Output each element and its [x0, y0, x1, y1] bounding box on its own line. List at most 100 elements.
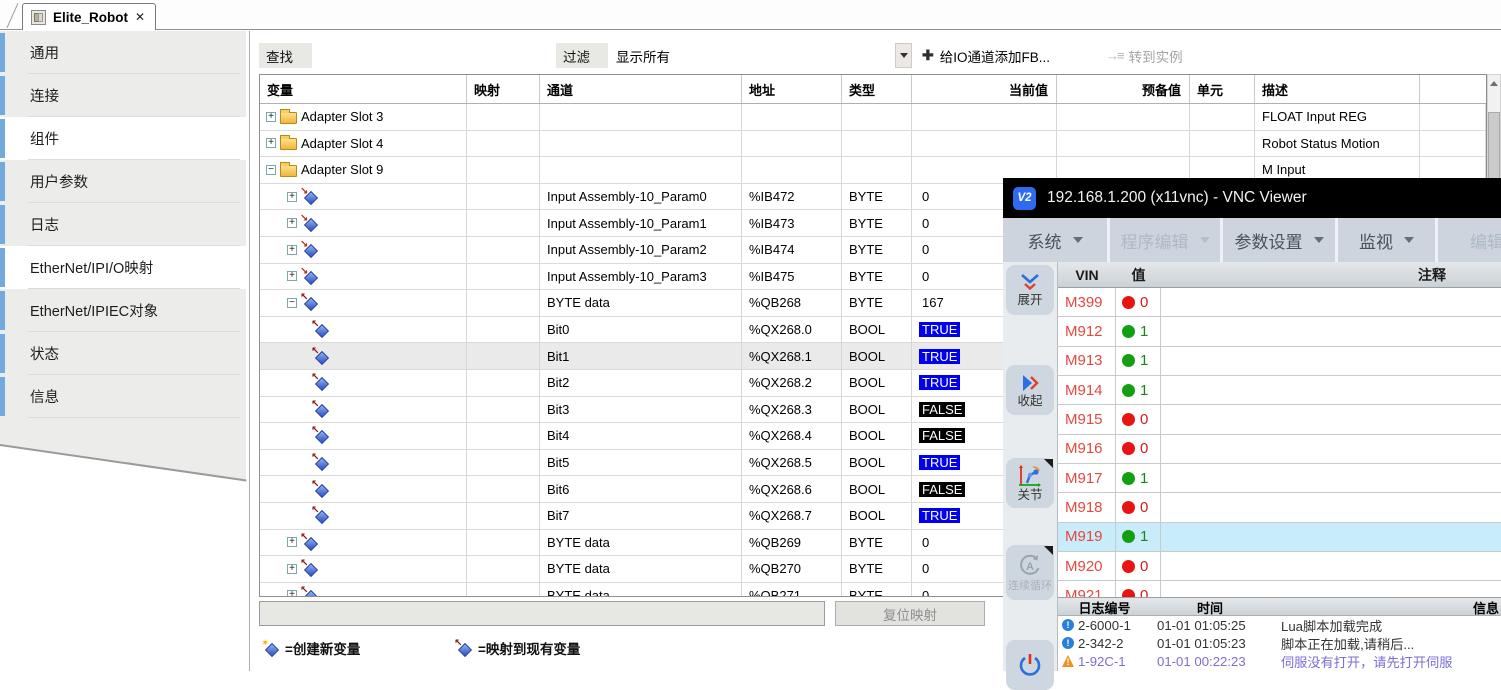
- column-header-current-value[interactable]: 当前值: [912, 75, 1057, 103]
- log-message: 伺服没有打开，请先打开伺服: [1269, 652, 1501, 671]
- sidebar-item[interactable]: 连接: [0, 74, 246, 117]
- vin-row[interactable]: M399 0: [1058, 288, 1501, 317]
- row-icon: [312, 349, 329, 364]
- tab-close-icon[interactable]: ✕: [135, 10, 145, 24]
- continuous-loop-button[interactable]: A 连续循环: [1006, 545, 1054, 600]
- log-id: 1-92C-1: [1078, 654, 1126, 669]
- expand-button[interactable]: 展开: [1006, 265, 1054, 315]
- expand-toggle[interactable]: [287, 564, 297, 574]
- column-header-unit[interactable]: 单元: [1190, 75, 1255, 103]
- vnc-titlebar[interactable]: V2 192.168.1.200 (x11vnc) - VNC Viewer: [1003, 178, 1501, 218]
- row-icon: [301, 535, 318, 550]
- value-number: 0: [1140, 587, 1148, 597]
- row-icon: [301, 588, 318, 596]
- menu-monitor[interactable]: 监视: [1338, 218, 1435, 262]
- expand-toggle[interactable]: [287, 245, 297, 255]
- column-header-channel[interactable]: 通道: [540, 75, 742, 103]
- vin-row[interactable]: M919 1: [1058, 523, 1501, 552]
- vin-comment: [1161, 464, 1501, 492]
- expand-toggle[interactable]: [287, 218, 297, 228]
- vin-row[interactable]: M915 0: [1058, 405, 1501, 434]
- mapping-cell: [467, 397, 540, 424]
- sidebar-item[interactable]: 通用: [0, 31, 246, 74]
- collapse-right-icon: [1018, 372, 1042, 394]
- vin-row[interactable]: M918 0: [1058, 493, 1501, 522]
- collapse-button[interactable]: 收起: [1006, 365, 1054, 415]
- menu-system[interactable]: 系统: [1003, 218, 1107, 262]
- scroll-up-icon[interactable]: [1488, 75, 1500, 92]
- vin-row[interactable]: M917 1: [1058, 464, 1501, 493]
- expand-toggle[interactable]: [266, 138, 276, 148]
- sidebar-item[interactable]: 组件: [0, 117, 246, 160]
- column-header-mapping[interactable]: 映射: [467, 75, 540, 103]
- prepared-value-cell[interactable]: [1057, 131, 1190, 158]
- prepared-value-cell[interactable]: [1057, 104, 1190, 131]
- add-fb-button[interactable]: ✚ 给IO通道添加FB...: [922, 43, 1050, 68]
- vin-id: M915: [1058, 405, 1116, 433]
- vin-row[interactable]: M921 0: [1058, 581, 1501, 597]
- vin-value-cell: 0: [1116, 435, 1161, 463]
- expand-toggle[interactable]: [287, 271, 297, 281]
- filter-dropdown[interactable]: 显示所有: [608, 43, 895, 68]
- value-state-dot: [1122, 354, 1135, 367]
- goto-instance-button[interactable]: →≡ 转到实例: [1106, 43, 1183, 68]
- column-header-prepared-value[interactable]: 预备值: [1057, 75, 1190, 103]
- type-cell: BYTE: [842, 237, 912, 264]
- sidebar-item-label: 连接: [30, 85, 59, 106]
- vin-row[interactable]: M916 0: [1058, 435, 1501, 464]
- expand-toggle[interactable]: [266, 165, 276, 175]
- filter-dropdown-arrow[interactable]: [895, 43, 912, 68]
- vin-comment: [1161, 523, 1501, 551]
- table-row[interactable]: Adapter Slot 3 FLOAT Input REG: [260, 104, 1486, 131]
- power-button[interactable]: [1006, 640, 1054, 690]
- vin-comment: [1161, 347, 1501, 375]
- value-state-dot: [1122, 296, 1135, 309]
- map-existing-variable-icon: [455, 641, 472, 656]
- expand-toggle[interactable]: [266, 112, 276, 122]
- sidebar-item[interactable]: EtherNet/IPIEC对象: [0, 289, 246, 332]
- sidebar-item[interactable]: 用户参数: [0, 160, 246, 203]
- vin-row[interactable]: M920 0: [1058, 552, 1501, 581]
- address-cell: %IB472: [742, 184, 842, 211]
- unit-cell: [1190, 131, 1255, 158]
- comment-column-header: 注释: [1161, 265, 1501, 285]
- column-header-description[interactable]: 描述: [1255, 75, 1420, 103]
- chevron-down-icon: [900, 53, 908, 58]
- column-header-type[interactable]: 类型: [842, 75, 912, 103]
- joint-button[interactable]: 关节: [1006, 458, 1054, 508]
- table-row[interactable]: Adapter Slot 4 Robot Status Motion: [260, 131, 1486, 158]
- expand-toggle[interactable]: [287, 192, 297, 202]
- log-row[interactable]: 2-6000-1 01-01 01:05:25 Lua脚本加载完成: [1058, 616, 1501, 634]
- mapping-cell: [467, 184, 540, 211]
- column-header-variable[interactable]: 变量: [260, 75, 467, 103]
- menu-parameter-settings[interactable]: 参数设置: [1223, 218, 1335, 262]
- column-header-address[interactable]: 地址: [742, 75, 842, 103]
- expand-toggle[interactable]: [287, 590, 297, 596]
- channel-cell: [540, 104, 742, 131]
- vin-row[interactable]: M913 1: [1058, 347, 1501, 376]
- sidebar-item[interactable]: 日志: [0, 203, 246, 246]
- row-icon: [312, 322, 329, 337]
- vin-row[interactable]: M914 1: [1058, 376, 1501, 405]
- sidebar-item-label: 组件: [30, 128, 59, 149]
- vin-row[interactable]: M912 1: [1058, 317, 1501, 346]
- sidebar-item[interactable]: 信息: [0, 375, 246, 418]
- sidebar-item[interactable]: 状态: [0, 332, 246, 375]
- tab-elite-robot[interactable]: Elite_Robot ✕: [22, 3, 156, 30]
- value-number: 0: [1140, 499, 1148, 516]
- filter-label: 过滤: [556, 43, 608, 68]
- log-id-column-header: 日志编号: [1058, 598, 1151, 617]
- sidebar-item[interactable]: EtherNet/IPI/O映射: [0, 246, 246, 289]
- chevron-down-icon: [1314, 237, 1324, 243]
- expand-toggle[interactable]: [287, 537, 297, 547]
- log-row[interactable]: 2-342-2 01-01 01:05:23 脚本正在加载,请稍后...: [1058, 634, 1501, 652]
- menu-program-edit[interactable]: 程序编辑: [1110, 218, 1220, 262]
- menu-edit[interactable]: 编辑按: [1438, 218, 1501, 262]
- log-row[interactable]: 1-92C-1 01-01 00:22:23 伺服没有打开，请先打开伺服: [1058, 652, 1501, 670]
- expand-toggle[interactable]: [287, 298, 297, 308]
- find-input[interactable]: [312, 43, 555, 68]
- type-cell: BOOL: [842, 397, 912, 424]
- mapping-progress-bar: [259, 601, 825, 626]
- goto-instance-icon: →≡: [1106, 48, 1123, 63]
- reset-mapping-button[interactable]: 复位映射: [835, 601, 985, 626]
